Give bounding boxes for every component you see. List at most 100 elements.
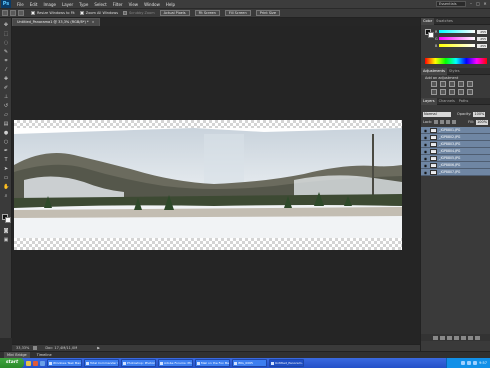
menu-edit[interactable]: Edit (30, 2, 38, 7)
brush-tool-icon[interactable]: ✐ (3, 85, 9, 91)
new-layer-icon[interactable] (467, 335, 473, 340)
eye-icon[interactable]: ◉ (423, 163, 428, 168)
actual-pixels-button[interactable]: Actual Pixels (159, 10, 190, 16)
clone-stamp-tool-icon[interactable]: ⊥ (3, 94, 9, 100)
menu-layer[interactable]: Layer (62, 2, 73, 7)
print-size-button[interactable]: Print Size (255, 10, 281, 16)
slider-blue-track[interactable] (439, 44, 475, 47)
fill-screen-button[interactable]: Fill Screen (224, 10, 251, 16)
type-tool-icon[interactable]: T (3, 157, 9, 163)
color-spectrum[interactable] (425, 58, 487, 64)
delete-layer-icon[interactable] (474, 335, 480, 340)
eye-icon[interactable]: ◉ (423, 156, 428, 161)
task-button-active[interactable]: Untitled_Panoram... (269, 359, 304, 367)
curves-icon[interactable] (449, 81, 455, 87)
volume-icon[interactable] (467, 361, 472, 365)
adjustment-layer-icon[interactable] (453, 335, 459, 340)
zoom-tool-icon[interactable] (2, 10, 8, 16)
close-icon[interactable]: ✕ (482, 1, 488, 7)
network-icon[interactable] (461, 361, 466, 365)
slider-red-value[interactable]: 255 (477, 29, 487, 34)
opacity-input[interactable]: 100% (473, 111, 486, 117)
task-button[interactable]: IMG_0065 (232, 359, 267, 367)
shape-tool-icon[interactable]: ▭ (3, 175, 9, 181)
layer-row[interactable]: ◉ _IGP8801.JPG (421, 127, 490, 134)
tab-adjustments[interactable]: Adjustments (421, 67, 447, 75)
menu-window[interactable]: Window (144, 2, 160, 7)
layer-row[interactable]: ◉ _IGP8805.JPG (421, 155, 490, 162)
close-tab-icon[interactable]: × (92, 20, 95, 24)
layer-row[interactable]: ◉ _IGP8807.JPG (421, 169, 490, 176)
menu-select[interactable]: Select (94, 2, 106, 7)
layer-row[interactable]: ◉ _IGP8803.JPG (421, 141, 490, 148)
eye-icon[interactable]: ◉ (423, 170, 428, 175)
maximize-icon[interactable]: □ (475, 1, 481, 7)
healing-brush-tool-icon[interactable]: ✚ (3, 76, 9, 82)
photo-filter-icon[interactable] (458, 89, 464, 95)
crop-tool-icon[interactable]: ⌗ (3, 58, 9, 64)
slider-blue[interactable]: B 255 (435, 43, 489, 48)
lasso-tool-icon[interactable]: ◌ (3, 40, 9, 46)
marquee-tool-icon[interactable]: ⬚ (3, 31, 9, 37)
fit-screen-button[interactable]: Fit Screen (194, 10, 220, 16)
lock-transparent-icon[interactable] (434, 120, 439, 124)
eye-icon[interactable]: ◉ (423, 135, 428, 140)
zoom-all-checkbox[interactable]: Zoom All Windows (79, 11, 118, 15)
path-select-tool-icon[interactable]: ➤ (3, 166, 9, 172)
vibrance-icon[interactable] (467, 81, 473, 87)
menu-image[interactable]: Image (43, 2, 56, 7)
language-icon[interactable] (473, 361, 478, 365)
tab-paths[interactable]: Paths (457, 98, 471, 105)
panorama-canvas[interactable] (14, 120, 402, 250)
layer-row[interactable]: ◉ _IGP8802.JPG (421, 134, 490, 141)
pen-tool-icon[interactable]: ✒ (3, 148, 9, 154)
zoom-in-icon[interactable] (10, 10, 16, 16)
task-button[interactable]: Windows Task Manager (47, 359, 82, 367)
task-button[interactable]: Total Commander 8.0... (84, 359, 119, 367)
quick-select-tool-icon[interactable]: ✎ (3, 49, 9, 55)
menu-type[interactable]: Type (79, 2, 88, 7)
tab-color[interactable]: Color (421, 17, 435, 25)
new-group-icon[interactable] (460, 335, 466, 340)
tab-swatches[interactable]: Swatches (434, 18, 455, 25)
exposure-icon[interactable] (458, 81, 464, 87)
menu-filter[interactable]: Filter (113, 2, 123, 7)
workspace-select[interactable]: Essentials (436, 1, 466, 7)
layer-row[interactable]: ◉ _IGP8806.JPG (421, 162, 490, 169)
layer-mask-icon[interactable] (446, 335, 452, 340)
zoom-out-icon[interactable] (18, 10, 24, 16)
brightness-icon[interactable] (431, 81, 437, 87)
menu-file[interactable]: File (17, 2, 24, 7)
quicklaunch-browser-icon[interactable] (33, 360, 38, 366)
lock-all-icon[interactable] (452, 120, 457, 124)
zoom-level[interactable]: 33,33% (16, 346, 29, 350)
quicklaunch-desktop-icon[interactable] (40, 360, 45, 366)
menu-view[interactable]: View (129, 2, 139, 7)
tab-styles[interactable]: Styles (447, 68, 462, 75)
slider-green-track[interactable] (439, 37, 475, 40)
hand-tool-icon[interactable]: ✋ (3, 184, 9, 190)
task-button[interactable]: Photoshop: Photome... (121, 359, 156, 367)
background-color-swatch[interactable] (5, 217, 11, 223)
panel-background-swatch[interactable] (428, 32, 434, 38)
gradient-tool-icon[interactable]: ▤ (3, 121, 9, 127)
task-button[interactable]: Mail on the Fox Mail... (195, 359, 230, 367)
document-tab[interactable]: Untitled_Panorama1 @ 33,3% (RGB/8*) * × (12, 18, 100, 26)
levels-icon[interactable] (440, 81, 446, 87)
clock[interactable]: 9:57 (479, 361, 487, 365)
black-white-icon[interactable] (449, 89, 455, 95)
zoom-tool-icon[interactable]: ⌕ (3, 193, 9, 199)
slider-blue-value[interactable]: 255 (477, 43, 487, 48)
resize-windows-checkbox[interactable]: Resize Windows to Fit (31, 11, 75, 15)
blur-tool-icon[interactable]: ● (3, 130, 9, 136)
slider-red-track[interactable] (439, 30, 475, 33)
slider-red[interactable]: R 255 (435, 29, 489, 34)
blend-mode-select[interactable]: Normal (423, 111, 451, 117)
scrubby-zoom-checkbox[interactable]: Scrubby Zoom (123, 11, 155, 15)
slider-green[interactable]: G 255 (435, 36, 489, 41)
tab-layers[interactable]: Layers (421, 97, 437, 105)
layer-row[interactable]: ◉ _IGP8804.JPG (421, 148, 490, 155)
menu-help[interactable]: Help (166, 2, 175, 7)
start-button[interactable]: start (0, 358, 24, 368)
lock-pixels-icon[interactable] (440, 120, 445, 124)
